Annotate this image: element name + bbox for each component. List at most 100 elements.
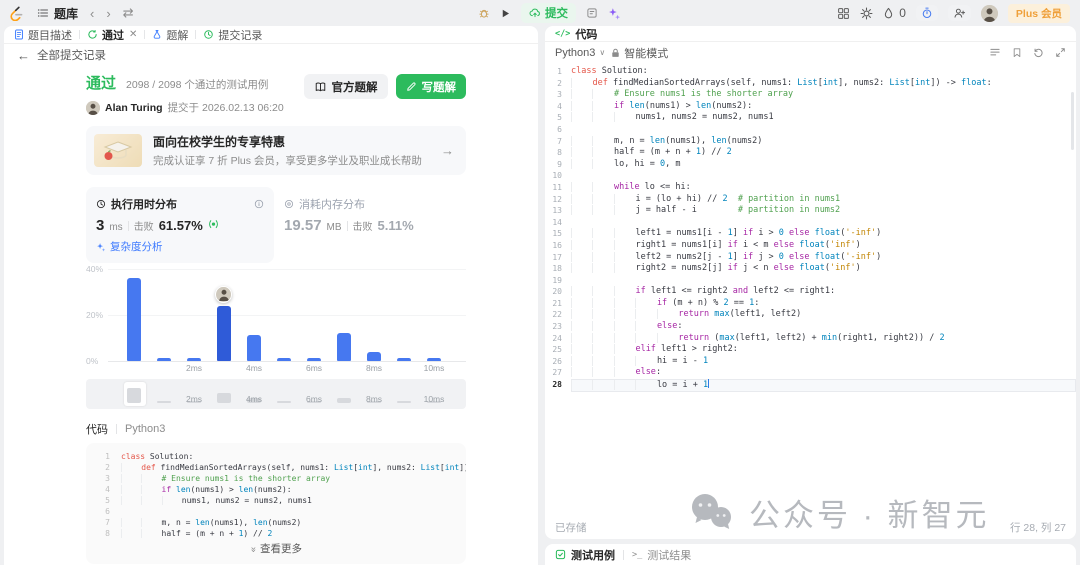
close-tab-icon[interactable]: ✕ xyxy=(129,29,137,40)
student-promo-banner[interactable]: 面向在校学生的专享特惠 完成认证享 7 折 Plus 会员，享受更多学业及职业成… xyxy=(86,126,466,175)
memory-card[interactable]: 消耗内存分布 19.57 MB 击败 5.11% xyxy=(274,187,462,263)
official-solution-button[interactable]: 官方题解 xyxy=(304,74,388,99)
submitted-code-block: 1class Solution:2 def findMedianSortedAr… xyxy=(86,443,466,564)
editor-line[interactable]: 16 right1 = nums1[i] if i < m else float… xyxy=(545,240,1076,252)
tab-solutions[interactable]: 题解 xyxy=(152,27,188,43)
minimap-tick: 2ms xyxy=(179,394,209,404)
editor-line[interactable]: 20 if left1 <= right2 and left2 <= right… xyxy=(545,286,1076,298)
notes-icon[interactable] xyxy=(586,7,598,19)
editor-line[interactable]: 18 right2 = nums2[j] if j < n else float… xyxy=(545,263,1076,275)
bookmark-icon[interactable] xyxy=(1012,47,1022,58)
gridline xyxy=(108,361,466,362)
runtime-bar[interactable] xyxy=(367,352,381,361)
console-tabbar: 测试用例 >_ 测试结果 xyxy=(545,544,1076,565)
editor-line[interactable]: 28 lo = i + 1 xyxy=(545,379,1076,392)
editor-line[interactable]: 8 half = (m + n + 1) // 2 xyxy=(545,147,1076,159)
editor-line[interactable]: 9 lo, hi = 0, m xyxy=(545,159,1076,171)
editor-code-area[interactable]: 1class Solution:2 def findMedianSortedAr… xyxy=(545,63,1076,515)
runtime-bar[interactable] xyxy=(307,358,321,361)
author-name[interactable]: Alan Turing xyxy=(105,102,163,114)
editor-line[interactable]: 23 else: xyxy=(545,321,1076,333)
tab-test-result[interactable]: >_ 测试结果 xyxy=(632,547,691,563)
clock-icon xyxy=(96,199,106,209)
daily-streak[interactable]: 0 xyxy=(883,6,906,20)
runtime-card[interactable]: 执行用时分布 3 ms 击败 61.57% 复杂度分析 xyxy=(86,187,274,263)
editor-line[interactable]: 24 return (max(left1, left2) + min(right… xyxy=(545,333,1076,345)
promo-arrow-icon[interactable]: → xyxy=(441,143,454,158)
editor-line[interactable]: 14 xyxy=(545,217,1076,229)
editor-scrollbar[interactable] xyxy=(1071,92,1074,150)
editor-line[interactable]: 1class Solution: xyxy=(545,66,1076,78)
layout-grid-icon[interactable] xyxy=(837,7,850,20)
editor-line[interactable]: 21 if (m + n) % 2 == 1: xyxy=(545,298,1076,310)
shuffle-icon[interactable]: ⇄ xyxy=(123,5,134,21)
runtime-bar[interactable] xyxy=(397,358,411,361)
tab-accepted[interactable]: 通过 ✕ xyxy=(87,27,137,43)
minimap-bar xyxy=(277,401,291,403)
editor-line[interactable]: 3 # Ensure nums1 is the shorter array xyxy=(545,89,1076,101)
settings-gear-icon[interactable] xyxy=(860,7,873,20)
timer-button[interactable] xyxy=(916,5,938,21)
debug-icon[interactable] xyxy=(478,7,490,19)
runtime-bar[interactable] xyxy=(157,358,171,361)
chart-brush-minimap[interactable]: 2ms4ms6ms8ms10ms xyxy=(86,379,466,409)
editor-line[interactable]: 10 xyxy=(545,170,1076,182)
editor-line[interactable]: 13 j = half - i # partition in nums2 xyxy=(545,205,1076,217)
promo-title: 面向在校学生的专享特惠 xyxy=(153,133,422,150)
editor-line[interactable]: 15 left1 = nums1[i - 1] if i > 0 else fl… xyxy=(545,228,1076,240)
editor-line[interactable]: 2 def findMedianSortedArrays(self, nums1… xyxy=(545,78,1076,90)
editor-line[interactable]: 11 while lo <= hi: xyxy=(545,182,1076,194)
editor-line[interactable]: 26 hi = i - 1 xyxy=(545,356,1076,368)
x-axis-tick: 2ms xyxy=(179,363,209,373)
editor-line[interactable]: 19 xyxy=(545,275,1076,287)
x-axis-tick: 6ms xyxy=(299,363,329,373)
back-to-submissions[interactable]: ← 全部提交记录 xyxy=(4,44,538,66)
user-submission-marker[interactable] xyxy=(215,286,232,303)
reset-icon[interactable] xyxy=(1033,47,1044,58)
runtime-bar[interactable] xyxy=(127,278,141,361)
problem-bank-nav[interactable]: 题库 xyxy=(37,5,78,22)
submit-label: 提交 xyxy=(545,5,568,21)
runtime-bar[interactable] xyxy=(247,335,261,361)
info-icon[interactable] xyxy=(254,199,264,209)
view-more-button[interactable]: » 查看更多 xyxy=(98,539,454,562)
submit-button[interactable]: 提交 xyxy=(521,3,576,23)
editor-line[interactable]: 6 xyxy=(545,124,1076,136)
language-select[interactable]: Python3 ∨ xyxy=(555,47,605,59)
editor-line[interactable]: 7 m, n = len(nums1), len(nums2) xyxy=(545,136,1076,148)
runtime-bar[interactable] xyxy=(217,306,231,361)
editor-line[interactable]: 12 i = (lo + hi) // 2 # partition in num… xyxy=(545,194,1076,206)
editor-line[interactable]: 5 nums1, nums2 = nums2, nums1 xyxy=(545,112,1076,124)
runtime-bar[interactable] xyxy=(277,358,291,361)
prev-problem-button[interactable]: ‹ xyxy=(90,6,94,21)
editor-line[interactable]: 4 if len(nums1) > len(nums2): xyxy=(545,101,1076,113)
tab-testcase[interactable]: 测试用例 xyxy=(555,547,615,563)
editor-line[interactable]: 27 else: xyxy=(545,367,1076,379)
plus-member-badge[interactable]: Plus 会员 xyxy=(1008,4,1070,23)
editor-line[interactable]: 22 return max(left1, left2) xyxy=(545,309,1076,321)
runtime-bar[interactable] xyxy=(427,358,441,361)
editor-line[interactable]: 17 left2 = nums2[j - 1] if j > 0 else fl… xyxy=(545,252,1076,264)
user-avatar[interactable] xyxy=(981,5,998,22)
author-avatar xyxy=(86,101,100,115)
tab-submissions[interactable]: 提交记录 xyxy=(203,27,262,43)
minimap-tick: 4ms xyxy=(239,394,269,404)
ai-sparkle-icon[interactable] xyxy=(608,7,621,20)
next-problem-button[interactable]: › xyxy=(106,6,110,21)
code-line: 2 def findMedianSortedArrays(self, nums1… xyxy=(98,462,454,473)
smart-mode-toggle[interactable]: 智能模式 xyxy=(611,45,668,61)
write-solution-button[interactable]: 写题解 xyxy=(396,74,467,99)
format-lines-icon[interactable] xyxy=(989,47,1001,58)
collaborate-invite-button[interactable] xyxy=(948,5,971,21)
tab-description[interactable]: 题目描述 xyxy=(14,27,72,43)
run-icon[interactable] xyxy=(500,8,511,19)
memory-value: 19.57 xyxy=(284,217,322,234)
fullscreen-icon[interactable] xyxy=(1055,47,1066,58)
editor-line[interactable]: 25 elif left1 > right2: xyxy=(545,344,1076,356)
complexity-analysis-link[interactable]: 复杂度分析 xyxy=(96,239,264,254)
leetcode-logo[interactable] xyxy=(10,6,25,21)
runtime-bar[interactable] xyxy=(337,333,351,361)
runtime-bar[interactable] xyxy=(187,358,201,361)
back-arrow-icon: ← xyxy=(17,48,30,63)
gridline xyxy=(108,269,466,270)
